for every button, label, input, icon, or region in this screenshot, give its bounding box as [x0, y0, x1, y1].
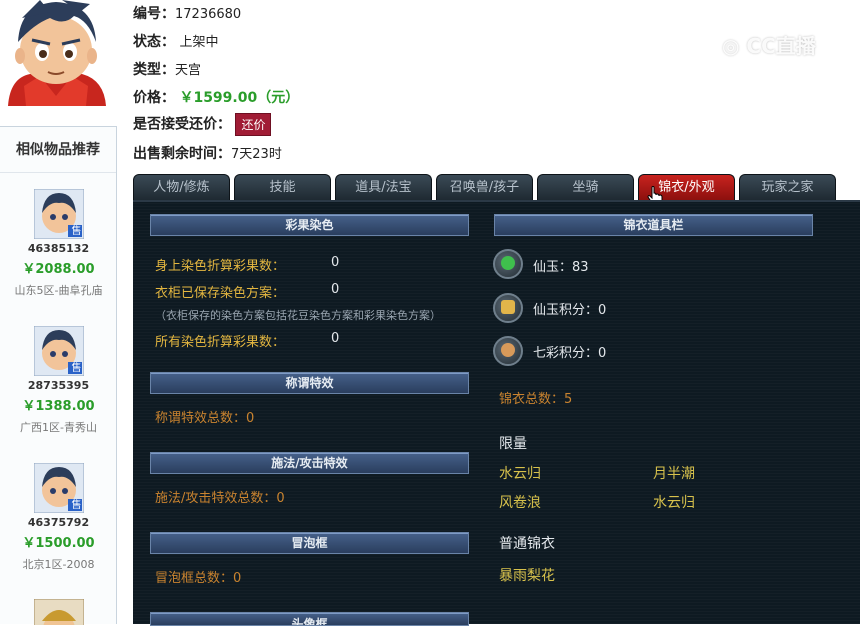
haggle-button[interactable]: 还价 — [235, 113, 272, 136]
item-id-row: 编号：17236680 — [133, 3, 241, 23]
similar-item-thumb[interactable]: 售 — [33, 325, 84, 377]
limited-item-2[interactable]: 月半潮 — [653, 463, 695, 483]
appearance-panel: 彩果染色 身上染色折算彩果数： 0 衣柜已保存染色方案： 0 （衣柜保存的染色方… — [133, 200, 860, 626]
similar-item-1[interactable]: 售 46385132 ￥2088.00 山东5区-曲阜孔庙 — [0, 188, 117, 298]
item-price-value: ￥1599.00（元） — [179, 90, 300, 106]
similar-item-price: ￥2088.00 — [22, 262, 95, 277]
haggle-row: 是否接受还价： 还价 — [133, 113, 272, 136]
sale-badge: 售 — [71, 500, 82, 511]
similar-item-id: 46385132 — [27, 242, 90, 255]
item-id-value: 17236680 — [175, 7, 242, 22]
jade-points-icon — [493, 293, 523, 323]
bubble-count: 冒泡框总数：0 — [155, 571, 242, 586]
jade-points-value: 仙玉积分：0 — [533, 303, 607, 318]
time-label: 出售剩余时间： — [133, 146, 231, 162]
similar-item-server: 山东5区-曲阜孔庙 — [14, 284, 103, 297]
haggle-label: 是否接受还价： — [133, 116, 231, 133]
similar-item-id: 46375792 — [27, 516, 90, 529]
similar-item-server: 北京1区-2008 — [22, 558, 95, 571]
similar-item-id: 28735395 — [27, 379, 90, 392]
similar-item-price: ￥1500.00 — [22, 536, 95, 551]
cast-effect-count: 施法/攻击特效总数：0 — [155, 491, 285, 506]
tab-player-home[interactable]: 玩家之家 — [739, 174, 836, 201]
dye-section-header: 彩果染色 — [150, 214, 469, 236]
wardrobe-dye-value: 0 — [331, 282, 340, 297]
seller-avatar — [0, 0, 112, 106]
all-dye-value: 0 — [331, 331, 340, 346]
similar-items-title: 相似物品推荐 — [0, 127, 116, 173]
time-value: 7天23时 — [231, 147, 282, 162]
title-effect-header: 称谓特效 — [150, 372, 469, 394]
limited-item-4[interactable]: 水云归 — [653, 492, 695, 512]
jade-icon — [493, 249, 523, 279]
rainbow-points-value: 七彩积分：0 — [533, 346, 607, 361]
wardrobe-dye-label: 衣柜已保存染色方案： — [155, 286, 286, 301]
watermark-text: CC直播 — [746, 34, 816, 58]
similar-item-2[interactable]: 售 28735395 ￥1388.00 广西1区-青秀山 — [0, 325, 117, 435]
cast-effect-header: 施法/攻击特效 — [150, 452, 469, 474]
similar-item-thumb[interactable]: 售 — [33, 188, 84, 240]
item-type-row: 类型：天宫 — [133, 59, 201, 79]
limited-title: 限量 — [499, 436, 527, 452]
dye-note: （衣柜保存的染色方案包括花豆染色方案和彩果染色方案） — [155, 309, 441, 322]
tab-skills[interactable]: 技能 — [234, 174, 331, 201]
body-dye-label: 身上染色折算彩果数： — [155, 259, 286, 274]
tab-items[interactable]: 道具/法宝 — [335, 174, 432, 201]
item-status-label: 状态： — [133, 34, 175, 50]
tab-mounts[interactable]: 坐骑 — [537, 174, 634, 201]
cc-live-watermark: ◎ CC直播 — [722, 30, 816, 59]
time-row: 出售剩余时间：7天23时 — [133, 143, 282, 163]
sale-badge: 售 — [71, 363, 82, 374]
bubble-header: 冒泡框 — [150, 532, 469, 554]
jade-value: 仙玉：83 — [533, 260, 589, 275]
sale-badge: 售 — [71, 226, 82, 237]
similar-items-panel: 相似物品推荐 售 46385132 ￥2088.00 山东5区-曲阜孔庙 售 2… — [0, 126, 117, 625]
similar-item-thumb[interactable] — [33, 599, 84, 625]
tab-character[interactable]: 人物/修炼 — [133, 174, 230, 201]
body-dye-value: 0 — [331, 255, 340, 270]
appearance-total: 锦衣总数：5 — [499, 392, 573, 407]
tab-bar: 人物/修炼 技能 道具/法宝 召唤兽/孩子 坐骑 锦衣/外观 玩家之家 — [133, 174, 839, 208]
tab-summons[interactable]: 召唤兽/孩子 — [436, 174, 533, 201]
item-status-row: 状态： 上架中 — [133, 31, 218, 51]
all-dye-label: 所有染色折算彩果数： — [155, 335, 286, 350]
similar-item-server: 广西1区-青秀山 — [20, 421, 97, 434]
item-status-value: 上架中 — [179, 35, 219, 50]
rainbow-points-icon — [493, 336, 523, 366]
watermark-logo-icon: ◎ — [722, 34, 740, 58]
title-effect-count: 称谓特效总数：0 — [155, 411, 255, 426]
item-price-row: 价格： ￥1599.00（元） — [133, 87, 299, 107]
appearance-props-header: 锦衣道具栏 — [494, 214, 813, 236]
similar-item-4[interactable] — [0, 599, 117, 625]
normal-item-1[interactable]: 暴雨梨花 — [499, 565, 555, 585]
normal-title: 普通锦衣 — [499, 536, 555, 552]
item-type-value: 天宫 — [175, 63, 202, 78]
similar-item-thumb[interactable]: 售 — [33, 462, 84, 514]
limited-item-3[interactable]: 风卷浪 — [499, 492, 541, 512]
item-price-label: 价格： — [133, 90, 175, 106]
item-type-label: 类型： — [133, 62, 175, 78]
item-id-label: 编号： — [133, 6, 175, 22]
similar-item-price: ￥1388.00 — [22, 399, 95, 414]
similar-item-3[interactable]: 售 46375792 ￥1500.00 北京1区-2008 — [0, 462, 117, 572]
limited-item-1[interactable]: 水云归 — [499, 463, 541, 483]
